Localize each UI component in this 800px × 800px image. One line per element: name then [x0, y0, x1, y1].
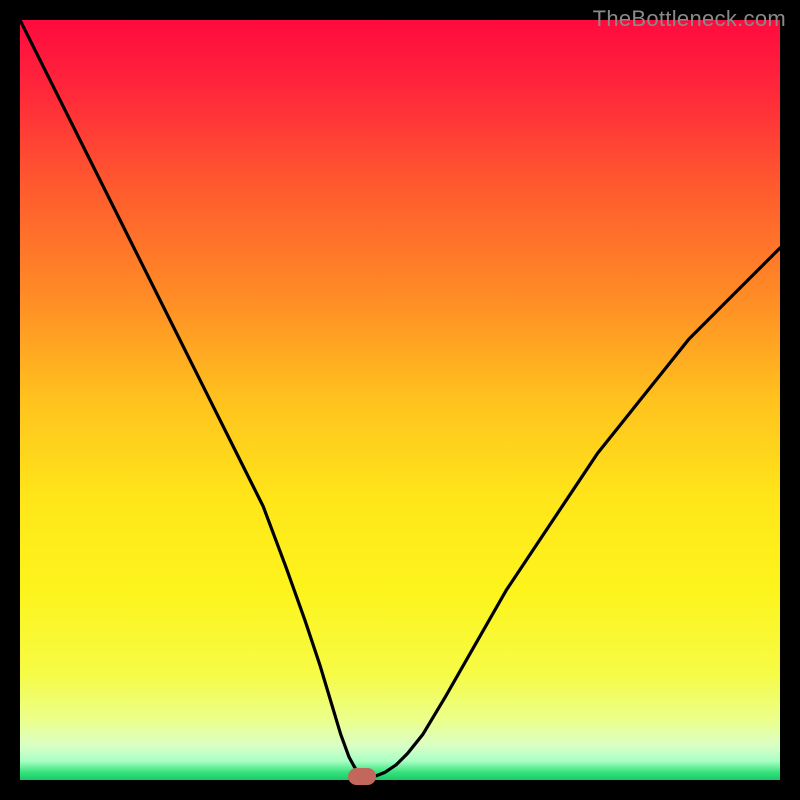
chart-frame: TheBottleneck.com [0, 0, 800, 800]
plot-area [20, 20, 780, 780]
watermark-text: TheBottleneck.com [593, 6, 786, 32]
gradient-background [20, 20, 780, 780]
bottleneck-chart [20, 20, 780, 780]
optimal-point-marker [348, 768, 376, 785]
